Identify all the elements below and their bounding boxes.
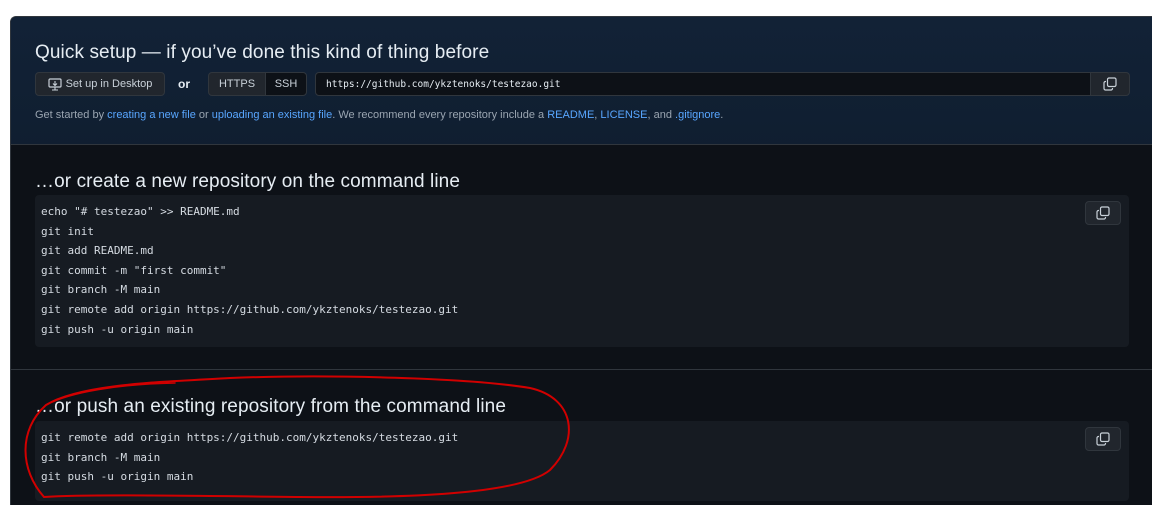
ssh-toggle-button[interactable]: SSH: [265, 72, 307, 96]
quick-setup-title: Quick setup — if you’ve done this kind o…: [35, 42, 490, 63]
creating-new-file-link[interactable]: creating a new file: [107, 109, 196, 121]
code-line: git add README.md: [41, 244, 154, 258]
create-repository-code-block: echo "# testezao" >> README.md git init …: [35, 195, 1129, 347]
copy-icon: [1096, 206, 1110, 220]
readme-link[interactable]: README: [547, 109, 594, 121]
code-line: git branch -M main: [41, 283, 161, 297]
recommend-text: . We recommend every repository include …: [332, 109, 548, 121]
copy-push-commands-button[interactable]: [1085, 427, 1121, 451]
get-started-middle: or: [195, 109, 212, 121]
push-existing-repository-section: …or push an existing repository from the…: [11, 370, 1152, 505]
clone-url-input[interactable]: [315, 72, 1091, 96]
quick-setup-section: Quick setup — if you’ve done this kind o…: [11, 17, 1152, 145]
copy-url-button[interactable]: [1090, 72, 1130, 96]
gitignore-link[interactable]: .gitignore: [675, 109, 720, 121]
create-repository-title: …or create a new repository on the comma…: [35, 171, 461, 192]
uploading-existing-file-link[interactable]: uploading an existing file: [212, 109, 332, 121]
create-repository-section: …or create a new repository on the comma…: [11, 145, 1152, 370]
copy-create-commands-button[interactable]: [1085, 201, 1121, 225]
code-line: git remote add origin https://github.com…: [41, 302, 459, 316]
or-label: or: [178, 77, 190, 91]
get-started-prefix: Get started by: [35, 109, 108, 121]
separator-2: , and: [647, 109, 676, 121]
set-up-in-desktop-button[interactable]: Set up in Desktop: [35, 72, 165, 96]
set-up-in-desktop-label: Set up in Desktop: [65, 78, 153, 90]
copy-icon: [1096, 432, 1110, 446]
push-existing-code-block: git remote add origin https://github.com…: [35, 421, 1129, 501]
desktop-download-icon: [47, 77, 62, 91]
https-toggle-button[interactable]: HTTPS: [208, 72, 266, 96]
code-line: git branch -M main: [41, 450, 161, 464]
code-line: git init: [41, 224, 94, 238]
code-line: git commit -m "first commit": [41, 263, 227, 277]
code-line: echo "# testezao" >> README.md: [41, 205, 240, 218]
push-existing-repository-title: …or push an existing repository from the…: [35, 396, 507, 417]
code-line: git push -u origin main: [41, 322, 194, 336]
license-link[interactable]: LICENSE: [600, 109, 647, 121]
get-started-text: Get started by creating a new file or up…: [35, 109, 723, 121]
get-started-suffix: .: [720, 109, 724, 121]
code-line: git remote add origin https://github.com…: [41, 431, 459, 444]
repository-setup-panel: Quick setup — if you’ve done this kind o…: [10, 16, 1152, 505]
code-line: git push -u origin main: [41, 470, 194, 484]
copy-icon: [1103, 77, 1117, 91]
